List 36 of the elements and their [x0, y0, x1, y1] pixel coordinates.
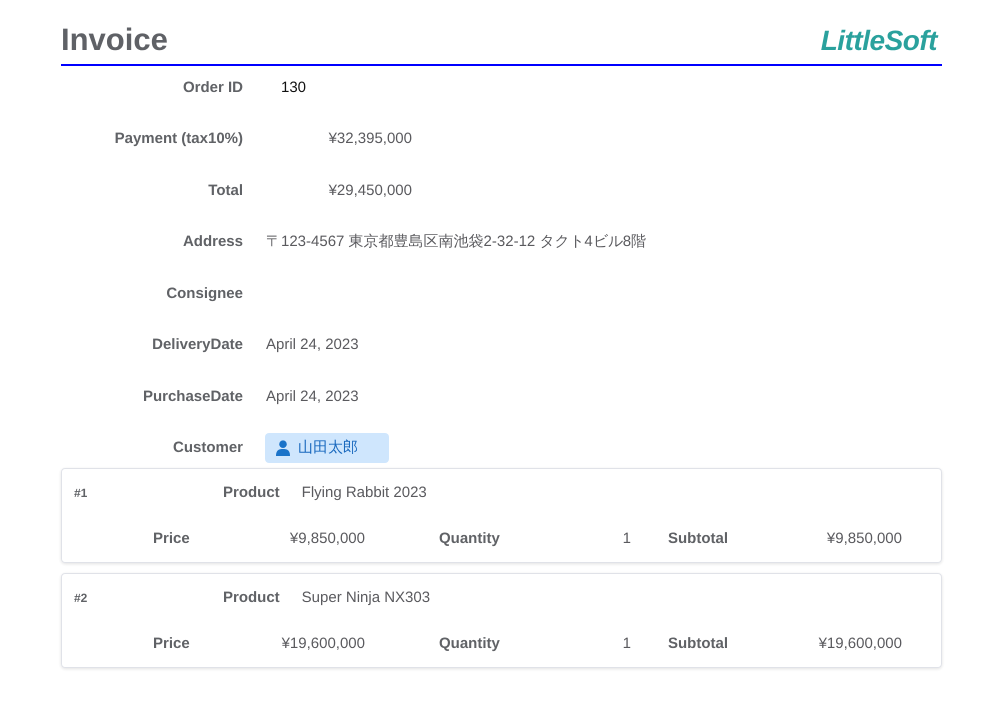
- item-label: Price: [153, 530, 191, 547]
- field-value: April 24, 2023: [266, 336, 359, 353]
- item-value: 1: [622, 635, 631, 652]
- company-logo: LittleSoft: [820, 24, 937, 58]
- field-label: DeliveryDate: [151, 336, 243, 353]
- person-icon: [276, 440, 290, 456]
- item-value: ¥19,600,000: [818, 635, 902, 652]
- customer-link[interactable]: 山田太郎: [265, 432, 389, 462]
- item-label: Quantity: [438, 530, 501, 547]
- field-value: 130: [280, 78, 306, 96]
- item-value: ¥19,600,000: [280, 635, 365, 652]
- item-value: ¥9,850,000: [288, 530, 365, 547]
- item-label: Subtotal: [667, 635, 729, 652]
- field-label: Order ID: [182, 78, 243, 96]
- item-label: Product: [223, 589, 280, 606]
- item-value: Super Ninja NX303: [302, 589, 430, 606]
- field-label: Address: [182, 233, 243, 250]
- item-value: ¥9,850,000: [826, 530, 902, 547]
- field-value: ¥29,450,000: [328, 182, 412, 198]
- field-value: April 24, 2023: [266, 388, 359, 404]
- item-number: #1: [73, 486, 88, 500]
- field-value: ¥32,395,000: [328, 130, 412, 147]
- item-value: Flying Rabbit 2023: [302, 484, 427, 501]
- item-label: Price: [153, 635, 191, 652]
- item-label: Quantity: [438, 635, 501, 652]
- field-label: PurchaseDate: [142, 388, 243, 404]
- field-label: Consignee: [165, 284, 243, 302]
- page-title: Invoice: [61, 22, 168, 58]
- item-label: Product: [223, 484, 280, 501]
- field-label: Total: [207, 182, 243, 198]
- field-label: Payment (tax10%): [114, 130, 243, 147]
- item-label: Subtotal: [667, 530, 729, 547]
- item-value: 1: [622, 530, 631, 547]
- item-number: #2: [73, 590, 88, 604]
- field-value: 〒123-4567 東京都豊島区南池袋2-32-12 タクト4ビル8階: [266, 232, 646, 251]
- field-label: Customer: [172, 439, 243, 456]
